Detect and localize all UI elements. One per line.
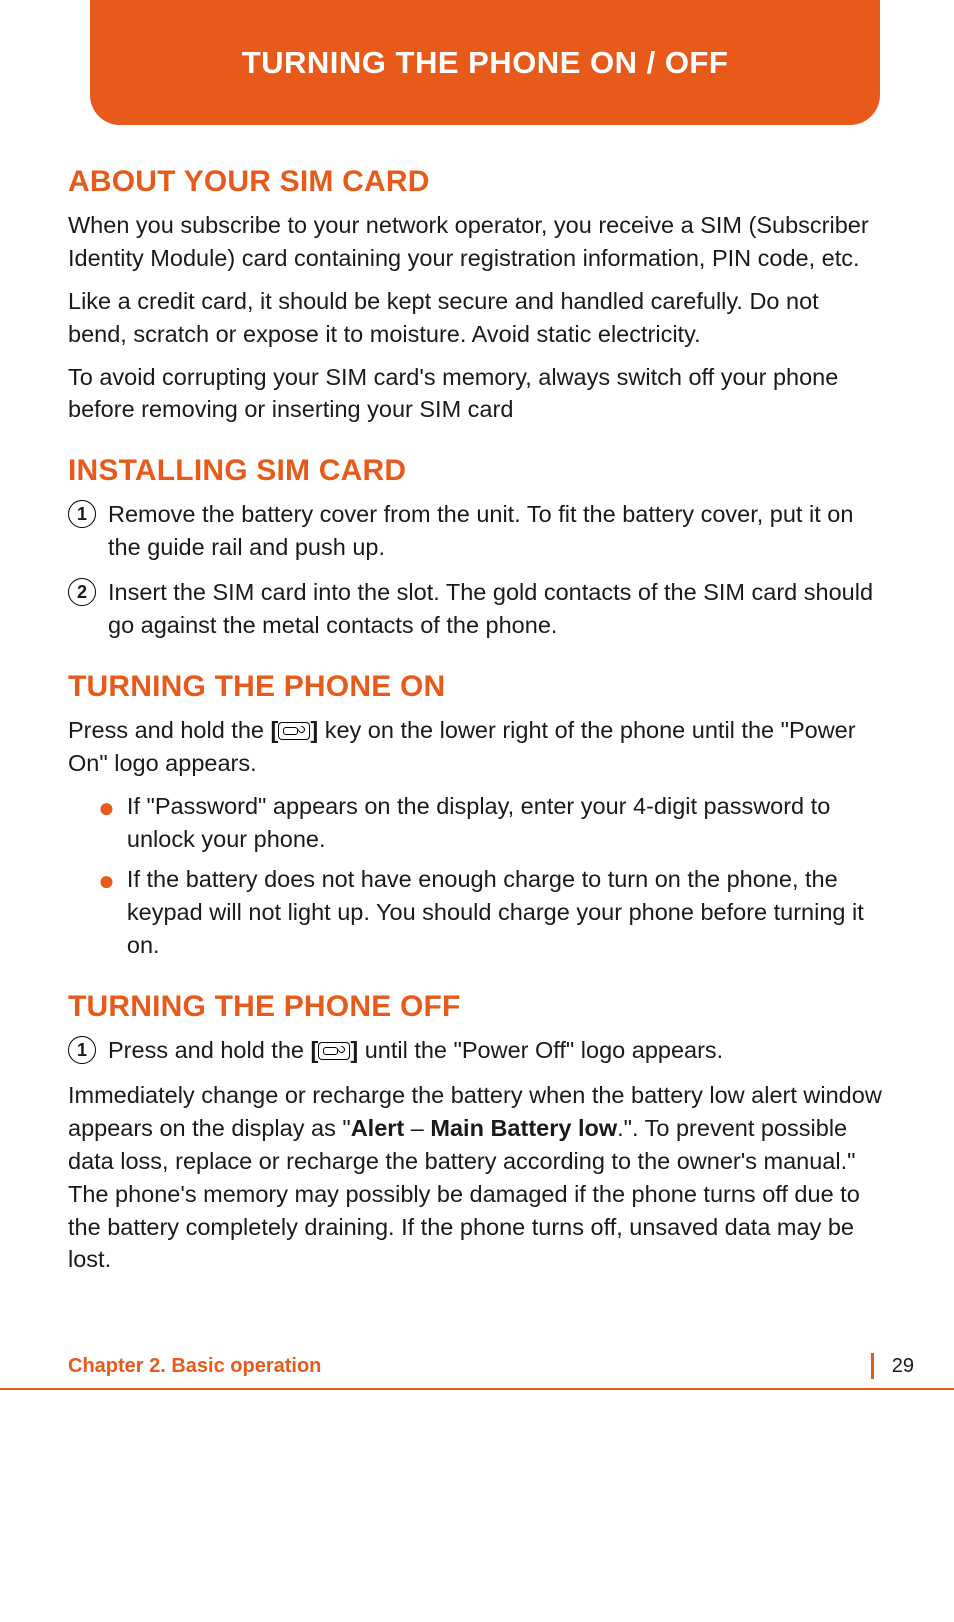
- power-key-icon: [318, 1042, 350, 1060]
- footer-rule: [0, 1388, 954, 1390]
- turn-on-intro: Press and hold the [] key on the lower r…: [68, 714, 883, 780]
- key-bracket-open: [: [311, 1037, 319, 1063]
- turn-off-step-post: until the "Power Off" logo appears.: [365, 1037, 724, 1063]
- page-header-tab: TURNING THE PHONE ON / OFF: [90, 0, 880, 125]
- turn-off-step-pre: Press and hold the: [108, 1037, 311, 1063]
- key-bracket-close: ]: [350, 1037, 364, 1063]
- footer-separator: [871, 1353, 874, 1379]
- install-step-text: Remove the battery cover from the unit. …: [108, 498, 883, 564]
- page-content: ABOUT YOUR SIM CARD When you subscribe t…: [68, 165, 883, 1286]
- turn-off-closing: Immediately change or recharge the batte…: [68, 1079, 883, 1276]
- turn-off-step: 1 Press and hold the [] until the "Power…: [68, 1034, 883, 1067]
- closing-bold-main: Main Battery low: [430, 1115, 617, 1141]
- key-bracket-close: ]: [310, 717, 324, 743]
- closing-bold-alert: Alert: [351, 1115, 405, 1141]
- about-paragraph-3: To avoid corrupting your SIM card's memo…: [68, 361, 883, 427]
- section-heading-install: INSTALLING SIM CARD: [68, 454, 883, 488]
- section-heading-on: TURNING THE PHONE ON: [68, 670, 883, 704]
- footer-page-number: 29: [892, 1355, 914, 1378]
- turn-on-bullet: ● If the battery does not have enough ch…: [98, 863, 883, 962]
- power-key-icon: [278, 722, 310, 740]
- section-heading-about: ABOUT YOUR SIM CARD: [68, 165, 883, 199]
- turn-on-intro-pre: Press and hold the: [68, 717, 271, 743]
- turn-on-bullet-text: If the battery does not have enough char…: [127, 863, 883, 962]
- step-number-icon: 2: [68, 578, 96, 606]
- bullet-icon: ●: [98, 867, 115, 895]
- turn-on-bullet-text: If "Password" appears on the display, en…: [127, 790, 883, 856]
- about-paragraph-1: When you subscribe to your network opera…: [68, 209, 883, 275]
- about-paragraph-2: Like a credit card, it should be kept se…: [68, 285, 883, 351]
- turn-off-step-text: Press and hold the [] until the "Power O…: [108, 1034, 883, 1067]
- key-bracket-open: [: [271, 717, 279, 743]
- page-title: TURNING THE PHONE ON / OFF: [242, 45, 729, 81]
- step-number-icon: 1: [68, 500, 96, 528]
- turn-on-bullet: ● If "Password" appears on the display, …: [98, 790, 883, 856]
- closing-dash: –: [404, 1115, 430, 1141]
- install-step: 2 Insert the SIM card into the slot. The…: [68, 576, 883, 642]
- install-step: 1 Remove the battery cover from the unit…: [68, 498, 883, 564]
- footer-chapter: Chapter 2. Basic operation: [68, 1355, 321, 1378]
- section-heading-off: TURNING THE PHONE OFF: [68, 990, 883, 1024]
- install-step-text: Insert the SIM card into the slot. The g…: [108, 576, 883, 642]
- step-number-icon: 1: [68, 1036, 96, 1064]
- bullet-icon: ●: [98, 794, 115, 822]
